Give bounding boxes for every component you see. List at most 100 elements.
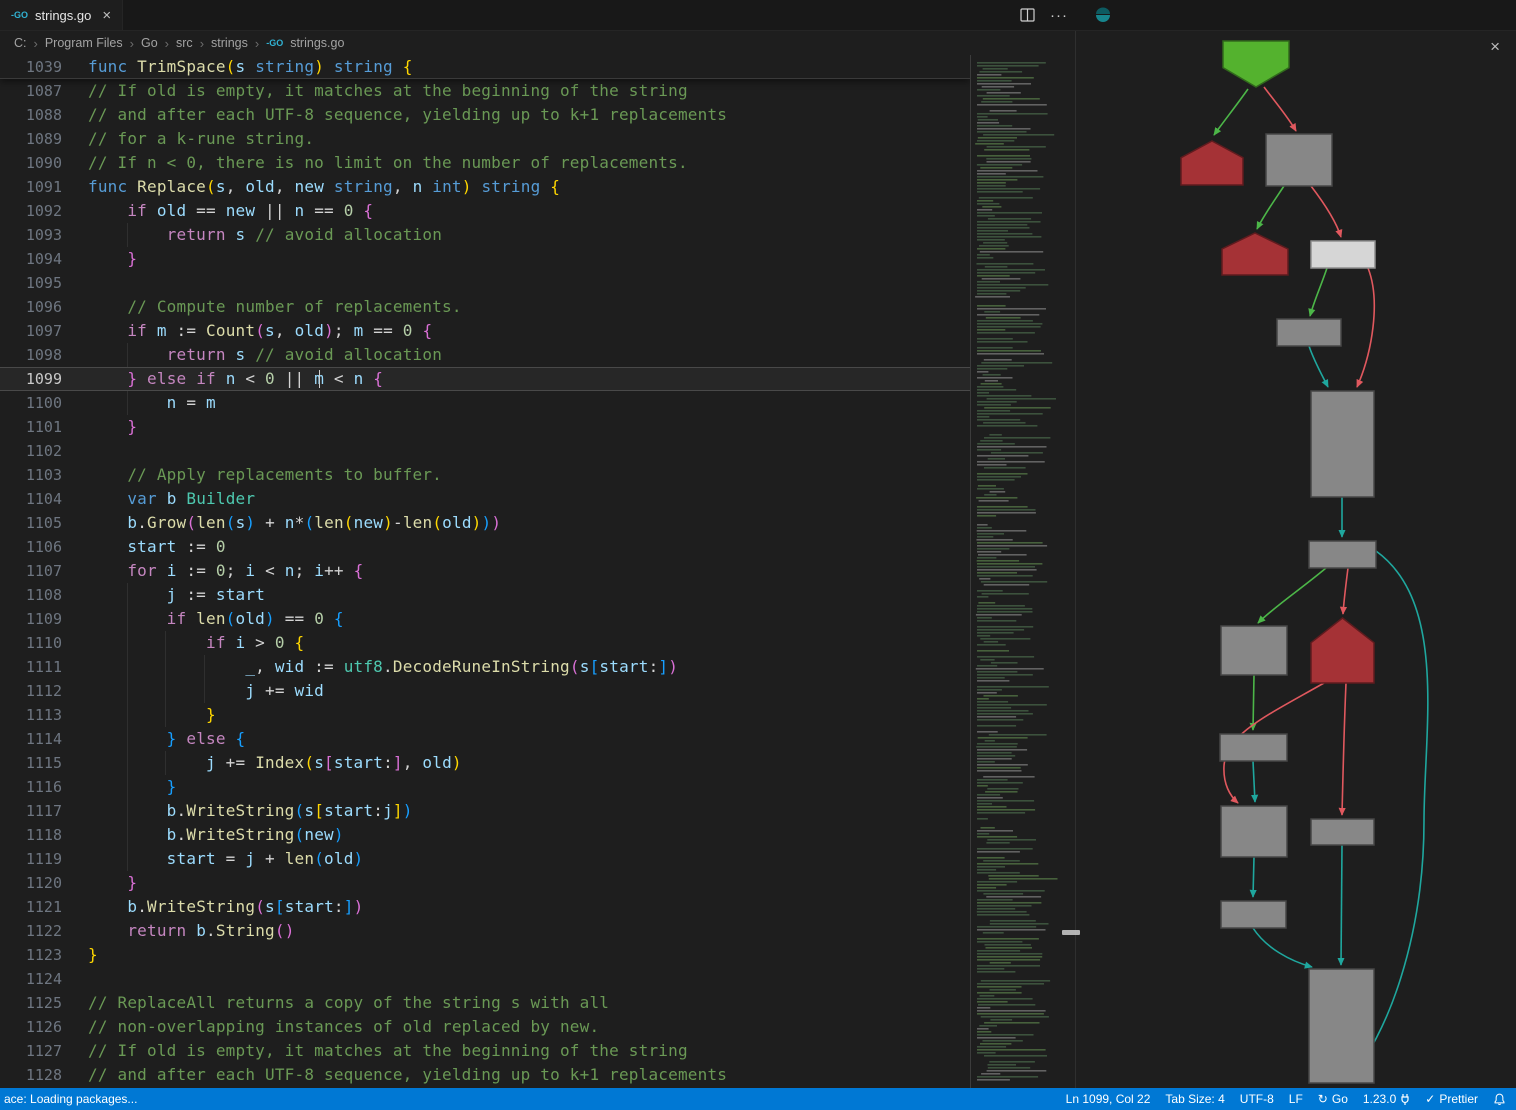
line-number[interactable]: 1127: [0, 1039, 88, 1063]
code-line[interactable]: 1119 start = j + len(old): [0, 847, 970, 871]
code-line[interactable]: 1087// If old is empty, it matches at th…: [0, 79, 970, 103]
block-node[interactable]: [1221, 901, 1286, 928]
line-number[interactable]: 1110: [0, 631, 88, 655]
flow-graph-view-icon[interactable]: [1094, 6, 1112, 23]
code-line[interactable]: 1127// If old is empty, it matches at th…: [0, 1039, 970, 1063]
block-node[interactable]: [1311, 241, 1375, 268]
code-line[interactable]: 1113 }: [0, 703, 970, 727]
code-line[interactable]: 1095: [0, 271, 970, 295]
entry-node[interactable]: [1223, 41, 1289, 87]
panel-close-icon[interactable]: ×: [1490, 38, 1500, 55]
block-node[interactable]: [1221, 806, 1287, 857]
line-number[interactable]: 1119: [0, 847, 88, 871]
line-number[interactable]: 1097: [0, 319, 88, 343]
tab-strings-go[interactable]: -GO strings.go ×: [0, 0, 123, 30]
line-number[interactable]: 1095: [0, 271, 88, 295]
code-line[interactable]: 1128// and after each UTF-8 sequence, yi…: [0, 1063, 970, 1087]
line-number[interactable]: 1091: [0, 175, 88, 199]
code-line[interactable]: 1115 j += Index(s[start:], old): [0, 751, 970, 775]
line-number[interactable]: 1116: [0, 775, 88, 799]
breadcrumb-file[interactable]: strings.go: [290, 36, 344, 50]
line-number[interactable]: 1126: [0, 1015, 88, 1039]
status-item-encoding[interactable]: UTF-8: [1240, 1092, 1274, 1106]
block-node[interactable]: [1221, 626, 1287, 675]
block-node[interactable]: [1309, 541, 1376, 568]
status-item-eol[interactable]: LF: [1289, 1092, 1303, 1106]
code-line[interactable]: 1108 j := start: [0, 583, 970, 607]
code-line[interactable]: 1102: [0, 439, 970, 463]
code-line[interactable]: 1097 if m := Count(s, old); m == 0 {: [0, 319, 970, 343]
split-editor-icon[interactable]: [1020, 8, 1035, 22]
line-number[interactable]: 1111: [0, 655, 88, 679]
code-line[interactable]: 1039func TrimSpace(s string) string {: [0, 55, 970, 79]
code-line[interactable]: 1100 n = m: [0, 391, 970, 415]
code-line[interactable]: 1110 if i > 0 {: [0, 631, 970, 655]
code-line[interactable]: 1099 } else if n < 0 || m < n {: [0, 367, 970, 391]
line-number[interactable]: 1106: [0, 535, 88, 559]
block-node[interactable]: [1311, 391, 1374, 497]
breadcrumb-item[interactable]: Program Files: [45, 36, 123, 50]
exit-node[interactable]: [1181, 141, 1243, 185]
code-line[interactable]: 1105 b.Grow(len(s) + n*(len(new)-len(old…: [0, 511, 970, 535]
line-number[interactable]: 1115: [0, 751, 88, 775]
block-node[interactable]: [1220, 734, 1287, 761]
block-node[interactable]: [1266, 134, 1332, 186]
line-number[interactable]: 1108: [0, 583, 88, 607]
line-number[interactable]: 1128: [0, 1063, 88, 1087]
code-line[interactable]: 1121 b.WriteString(s[start:]): [0, 895, 970, 919]
line-number[interactable]: 1121: [0, 895, 88, 919]
more-actions-icon[interactable]: ···: [1050, 7, 1068, 24]
code-line[interactable]: 1111 _, wid := utf8.DecodeRuneInString(s…: [0, 655, 970, 679]
line-number[interactable]: 1112: [0, 679, 88, 703]
block-node[interactable]: [1277, 319, 1341, 346]
line-number[interactable]: 1090: [0, 151, 88, 175]
code-line[interactable]: 1092 if old == new || n == 0 {: [0, 199, 970, 223]
code-line[interactable]: 1096 // Compute number of replacements.: [0, 295, 970, 319]
line-number[interactable]: 1039: [0, 55, 88, 78]
code-line[interactable]: 1107 for i := 0; i < n; i++ {: [0, 559, 970, 583]
status-item-go-version[interactable]: 1.23.0: [1363, 1092, 1410, 1106]
code-line[interactable]: 1109 if len(old) == 0 {: [0, 607, 970, 631]
code-line[interactable]: 1126// non-overlapping instances of old …: [0, 1015, 970, 1039]
block-node[interactable]: [1311, 819, 1374, 845]
code-editor[interactable]: 1039func TrimSpace(s string) string {108…: [0, 55, 970, 1088]
line-number[interactable]: 1099: [0, 367, 88, 391]
code-line[interactable]: 1116 }: [0, 775, 970, 799]
line-number[interactable]: 1114: [0, 727, 88, 751]
line-number[interactable]: 1087: [0, 79, 88, 103]
code-line[interactable]: 1091func Replace(s, old, new string, n i…: [0, 175, 970, 199]
line-number[interactable]: 1088: [0, 103, 88, 127]
line-number[interactable]: 1123: [0, 943, 88, 967]
line-number[interactable]: 1117: [0, 799, 88, 823]
breadcrumb-item[interactable]: src: [176, 36, 193, 50]
breadcrumb-item[interactable]: Go: [141, 36, 158, 50]
status-item-notifications[interactable]: [1493, 1093, 1506, 1106]
line-number[interactable]: 1102: [0, 439, 88, 463]
exit-node[interactable]: [1311, 618, 1374, 683]
status-message[interactable]: ace: Loading packages...: [4, 1092, 137, 1106]
line-number[interactable]: 1092: [0, 199, 88, 223]
code-line[interactable]: 1088// and after each UTF-8 sequence, yi…: [0, 103, 970, 127]
breadcrumb-item[interactable]: C:: [14, 36, 27, 50]
line-number[interactable]: 1118: [0, 823, 88, 847]
line-number[interactable]: 1100: [0, 391, 88, 415]
line-number[interactable]: 1120: [0, 871, 88, 895]
code-line[interactable]: 1104 var b Builder: [0, 487, 970, 511]
code-line[interactable]: 1101 }: [0, 415, 970, 439]
line-number[interactable]: 1125: [0, 991, 88, 1015]
line-number[interactable]: 1101: [0, 415, 88, 439]
code-line[interactable]: 1114 } else {: [0, 727, 970, 751]
line-number[interactable]: 1124: [0, 967, 88, 991]
code-line[interactable]: 1094 }: [0, 247, 970, 271]
code-line[interactable]: 1123}: [0, 943, 970, 967]
status-item-formatter[interactable]: ✓Prettier: [1425, 1092, 1478, 1106]
line-number[interactable]: 1094: [0, 247, 88, 271]
line-number[interactable]: 1096: [0, 295, 88, 319]
line-number[interactable]: 1109: [0, 607, 88, 631]
code-line[interactable]: 1117 b.WriteString(s[start:j]): [0, 799, 970, 823]
code-line[interactable]: 1090// If n < 0, there is no limit on th…: [0, 151, 970, 175]
block-node[interactable]: [1309, 969, 1374, 1083]
code-line[interactable]: 1118 b.WriteString(new): [0, 823, 970, 847]
code-line[interactable]: 1089// for a k-rune string.: [0, 127, 970, 151]
code-line[interactable]: 1120 }: [0, 871, 970, 895]
